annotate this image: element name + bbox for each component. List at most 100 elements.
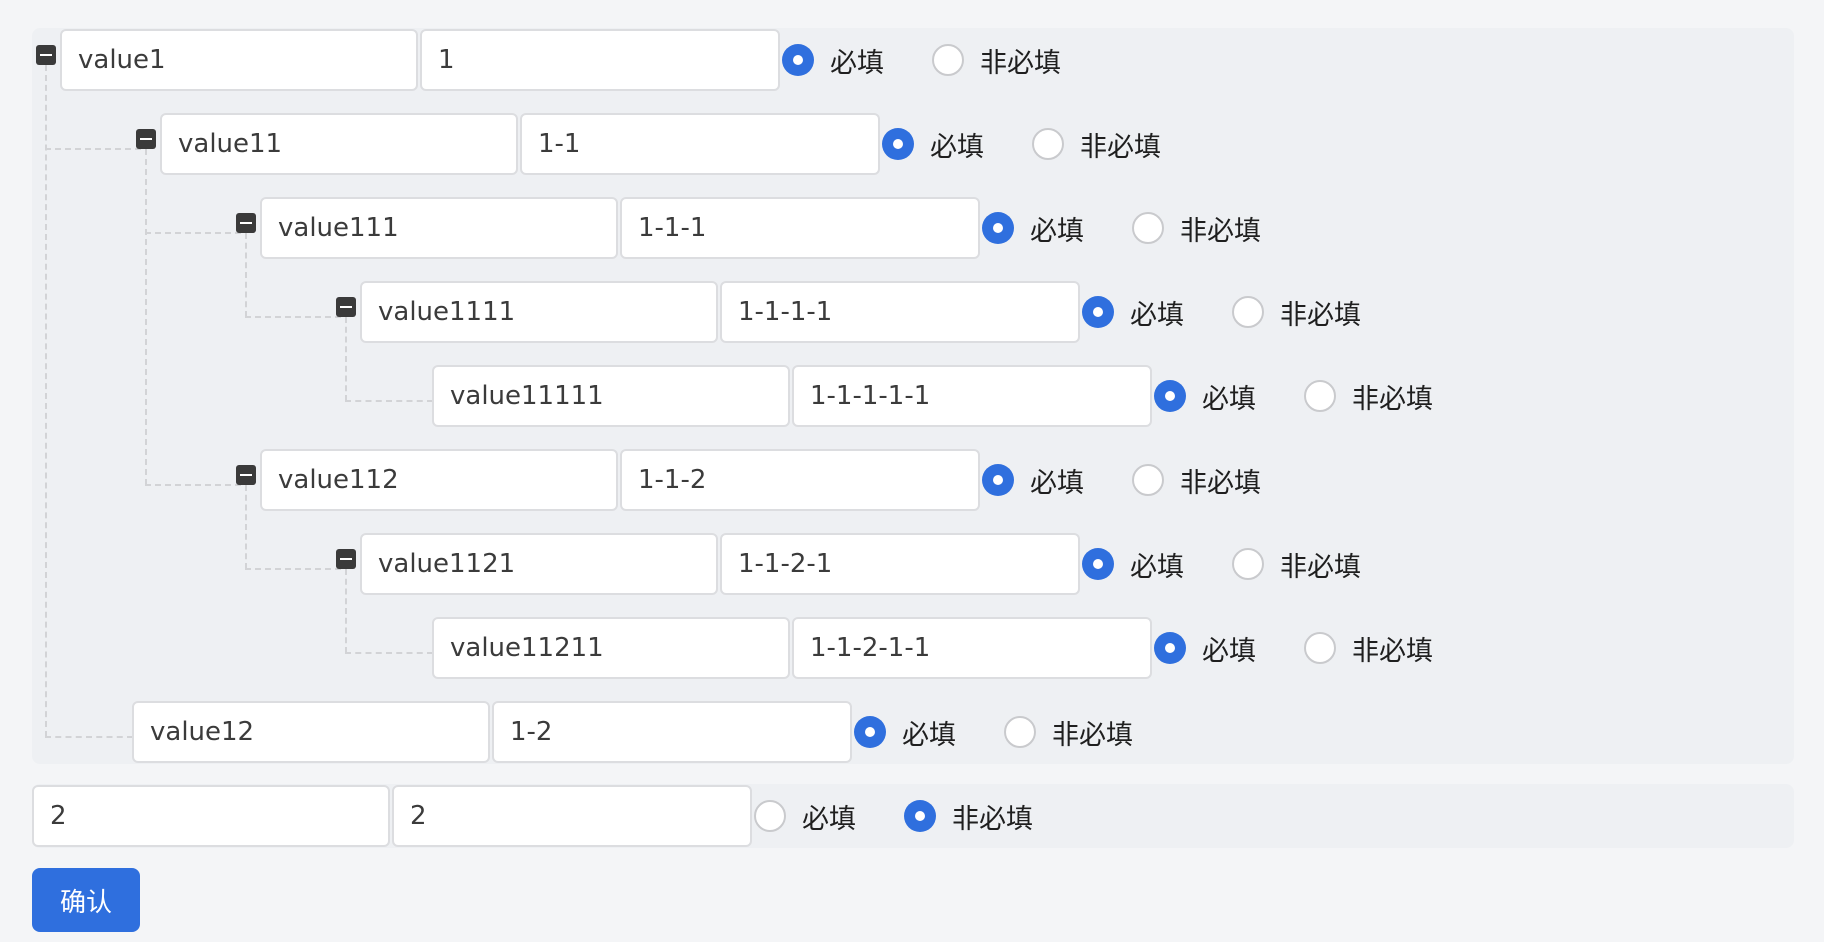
value-input[interactable] — [620, 449, 980, 511]
second-row: 必填 非必填 — [32, 785, 1033, 847]
value-input[interactable] — [720, 533, 1080, 595]
radio-optional[interactable]: 非必填 — [1232, 293, 1361, 332]
radio-circle — [754, 800, 786, 832]
radio-circle — [982, 212, 1014, 244]
radio-label: 必填 — [902, 719, 956, 751]
tree-row: 必填 非必填 — [260, 197, 1261, 259]
radio-label: 必填 — [1030, 215, 1084, 247]
radio-label: 必填 — [830, 47, 884, 79]
radio-circle — [1232, 548, 1264, 580]
radio-optional[interactable]: 非必填 — [1032, 125, 1161, 164]
value-input[interactable] — [492, 701, 852, 763]
value-input[interactable] — [792, 617, 1152, 679]
radio-required[interactable]: 必填 — [1082, 293, 1184, 332]
radio-label: 必填 — [930, 131, 984, 163]
value-input[interactable] — [392, 785, 752, 847]
value-input[interactable] — [620, 197, 980, 259]
collapse-icon[interactable] — [136, 129, 156, 149]
collapse-icon[interactable] — [336, 549, 356, 569]
value-input[interactable] — [720, 281, 1080, 343]
radio-optional[interactable]: 非必填 — [1232, 545, 1361, 584]
tree-connector — [245, 568, 341, 570]
tree-row: 必填 非必填 — [60, 29, 1061, 91]
tree-connector — [245, 316, 341, 318]
collapse-icon[interactable] — [236, 213, 256, 233]
radio-label: 非必填 — [1080, 131, 1161, 163]
tree-connector — [45, 65, 47, 737]
radio-label: 非必填 — [1280, 299, 1361, 331]
radio-circle — [1154, 380, 1186, 412]
key-input[interactable] — [32, 785, 390, 847]
radio-circle — [854, 716, 886, 748]
radio-required[interactable]: 必填 — [1154, 629, 1256, 668]
radio-optional[interactable]: 非必填 — [1304, 377, 1433, 416]
radio-label: 必填 — [1130, 299, 1184, 331]
tree-row: 必填 非必填 — [432, 617, 1433, 679]
collapse-icon[interactable] — [236, 465, 256, 485]
radio-circle — [1082, 548, 1114, 580]
key-input[interactable] — [360, 281, 718, 343]
radio-circle — [982, 464, 1014, 496]
radio-circle — [1132, 212, 1164, 244]
radio-optional[interactable]: 非必填 — [1132, 461, 1261, 500]
tree-connector — [45, 148, 141, 150]
radio-label: 必填 — [1030, 467, 1084, 499]
radio-optional[interactable]: 非必填 — [904, 797, 1033, 836]
radio-circle — [1032, 128, 1064, 160]
radio-label: 非必填 — [1280, 551, 1361, 583]
tree-connector — [345, 317, 347, 401]
radio-label: 非必填 — [980, 47, 1061, 79]
radio-optional[interactable]: 非必填 — [1004, 713, 1133, 752]
tree-connector — [345, 400, 433, 402]
key-input[interactable] — [132, 701, 490, 763]
key-input[interactable] — [260, 449, 618, 511]
tree-connector — [145, 484, 241, 486]
tree-row: 必填 非必填 — [132, 701, 1133, 763]
radio-label: 必填 — [1202, 383, 1256, 415]
radio-required[interactable]: 必填 — [782, 41, 884, 80]
radio-required[interactable]: 必填 — [854, 713, 956, 752]
radio-required[interactable]: 必填 — [882, 125, 984, 164]
radio-required[interactable]: 必填 — [982, 461, 1084, 500]
key-input[interactable] — [432, 617, 790, 679]
radio-required[interactable]: 必填 — [1082, 545, 1184, 584]
radio-label: 非必填 — [1052, 719, 1133, 751]
radio-circle — [1082, 296, 1114, 328]
required-radio-group: 必填 非必填 — [1082, 545, 1361, 584]
collapse-icon[interactable] — [336, 297, 356, 317]
radio-circle — [932, 44, 964, 76]
collapse-icon[interactable] — [36, 45, 56, 65]
radio-label: 必填 — [802, 803, 856, 835]
radio-optional[interactable]: 非必填 — [1132, 209, 1261, 248]
key-input[interactable] — [360, 533, 718, 595]
radio-optional[interactable]: 非必填 — [932, 41, 1061, 80]
radio-optional[interactable]: 非必填 — [1304, 629, 1433, 668]
key-input[interactable] — [160, 113, 518, 175]
radio-circle — [1154, 632, 1186, 664]
value-input[interactable] — [420, 29, 780, 91]
value-input[interactable] — [520, 113, 880, 175]
required-radio-group: 必填 非必填 — [982, 209, 1261, 248]
key-input[interactable] — [260, 197, 618, 259]
value-input[interactable] — [792, 365, 1152, 427]
confirm-button[interactable]: 确认 — [32, 868, 140, 932]
radio-circle — [1232, 296, 1264, 328]
key-input[interactable] — [60, 29, 418, 91]
radio-label: 必填 — [1202, 635, 1256, 667]
radio-required[interactable]: 必填 — [754, 797, 856, 836]
radio-label: 非必填 — [1352, 383, 1433, 415]
radio-circle — [782, 44, 814, 76]
radio-required[interactable]: 必填 — [1154, 377, 1256, 416]
tree-connector — [245, 233, 247, 317]
tree-connector — [145, 232, 241, 234]
tree-connector — [45, 736, 133, 738]
key-input[interactable] — [432, 365, 790, 427]
required-radio-group: 必填 非必填 — [882, 125, 1161, 164]
required-radio-group: 必填 非必填 — [982, 461, 1261, 500]
required-radio-group: 必填 非必填 — [1154, 629, 1433, 668]
radio-circle — [904, 800, 936, 832]
radio-label: 非必填 — [1180, 215, 1261, 247]
required-radio-group: 必填 非必填 — [854, 713, 1133, 752]
radio-required[interactable]: 必填 — [982, 209, 1084, 248]
tree-row: 必填 非必填 — [260, 449, 1261, 511]
